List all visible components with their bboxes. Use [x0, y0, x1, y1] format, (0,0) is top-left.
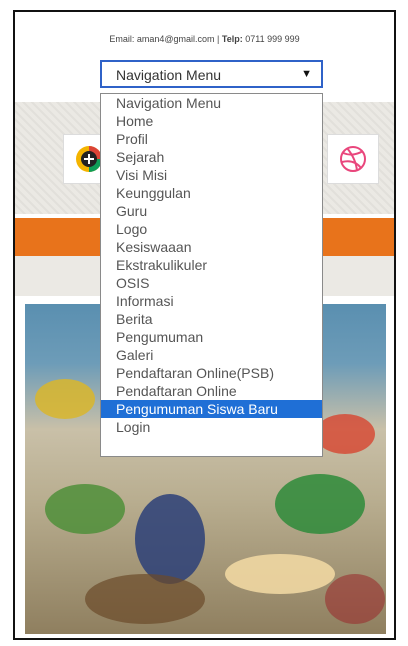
dropdown-option[interactable]: OSIS [101, 274, 322, 292]
dropdown-option[interactable]: Visi Misi [101, 166, 322, 184]
dropdown-option[interactable]: Logo [101, 220, 322, 238]
dropdown-option[interactable]: Ekstrakulikuler [101, 256, 322, 274]
email-label: Email: [109, 34, 135, 44]
dropdown-option[interactable]: Berita [101, 310, 322, 328]
email-value: aman4@gmail.com [136, 34, 215, 44]
dropdown-option[interactable]: Informasi [101, 292, 322, 310]
dropdown-option[interactable]: Pendaftaran Online [101, 382, 322, 400]
dropdown-option[interactable]: Galeri [101, 346, 322, 364]
contact-info: Email: aman4@gmail.com | Telp: 0711 999 … [15, 34, 394, 44]
page-frame: Email: aman4@gmail.com | Telp: 0711 999 … [13, 10, 396, 640]
social-link-dribbble[interactable] [327, 134, 379, 184]
dropdown-option[interactable]: Kesiswaaan [101, 238, 322, 256]
navigation-select[interactable]: Navigation Menu ▼ [100, 60, 323, 88]
dribbble-icon [340, 146, 366, 172]
dropdown-option[interactable]: Guru [101, 202, 322, 220]
phone-value: 0711 999 999 [245, 34, 300, 44]
dropdown-option[interactable]: Pengumuman [101, 328, 322, 346]
contact-separator: | [214, 34, 222, 44]
dropdown-option[interactable]: Home [101, 112, 322, 130]
phone-label: Telp: [221, 34, 243, 44]
dropdown-option[interactable]: Pengumuman Siswa Baru [101, 400, 322, 418]
dropdown-option[interactable]: Login [101, 418, 322, 436]
dropdown-option[interactable]: Pendaftaran Online(PSB) [101, 364, 322, 382]
header-bar: Email: aman4@gmail.com | Telp: 0711 999 … [15, 12, 394, 102]
dropdown-option[interactable]: Navigation Menu [101, 94, 322, 112]
navigation-dropdown-list: Navigation Menu Home Profil Sejarah Visi Mis… [100, 93, 323, 457]
dropdown-option[interactable]: Profil [101, 130, 322, 148]
dropdown-option[interactable]: Sejarah [101, 148, 322, 166]
dropdown-option[interactable]: Keunggulan [101, 184, 322, 202]
dropdown-arrow-icon[interactable]: ▼ [301, 68, 312, 80]
navigation-select-value: Navigation Menu [116, 67, 222, 83]
